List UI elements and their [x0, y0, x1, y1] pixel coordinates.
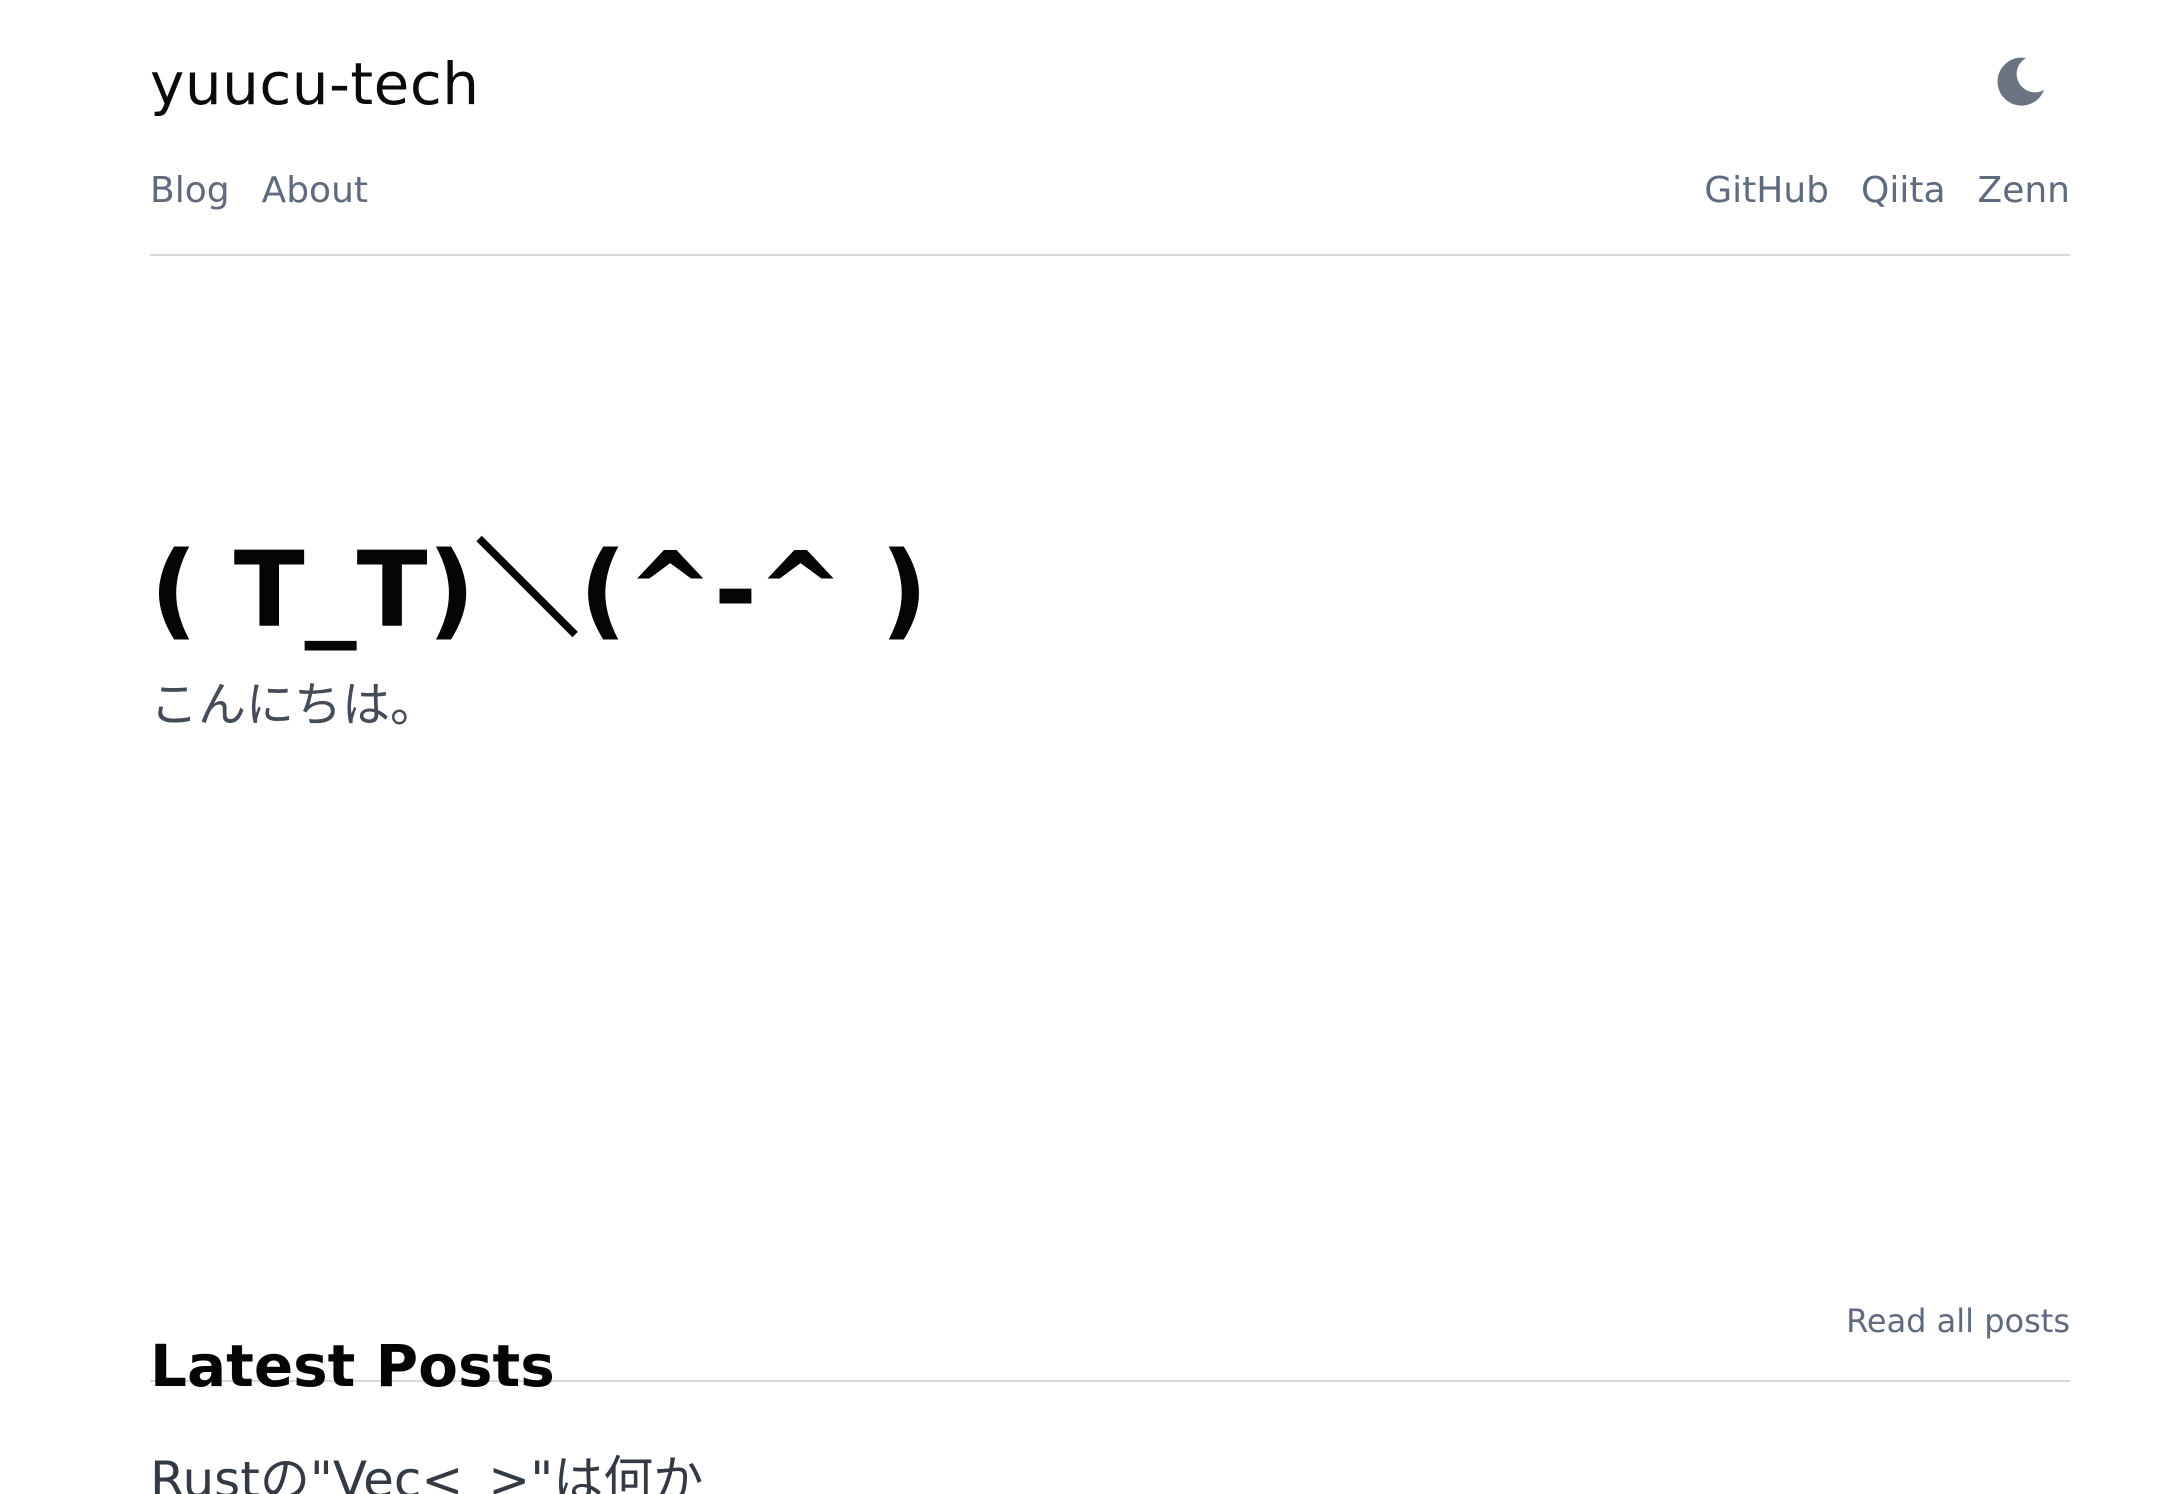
- nav-link-about[interactable]: About: [262, 166, 368, 216]
- latest-posts-heading: Latest Posts: [150, 1332, 555, 1401]
- read-all-posts-link[interactable]: Read all posts: [1846, 1296, 2070, 1346]
- post-title[interactable]: Rustの"Vec<_>"は何か: [150, 1440, 2070, 1494]
- nav-link-zenn[interactable]: Zenn: [1978, 166, 2070, 216]
- nav-link-github[interactable]: GitHub: [1704, 166, 1829, 216]
- site-header: yuucu-tech Blog About GitHub Qiita Zenn: [150, 0, 2070, 256]
- hero-title: ( T_T)＼(^-^ ): [150, 529, 928, 651]
- moon-icon[interactable]: [1992, 52, 2048, 108]
- hero-section: ( T_T)＼(^-^ ) こんにちは。: [150, 520, 2070, 740]
- primary-nav: Blog About: [150, 166, 368, 216]
- page: yuucu-tech Blog About GitHub Qiita Zenn …: [0, 0, 2180, 1494]
- post-list: Rustの"Vec<_>"は何か: [150, 1440, 2070, 1494]
- nav-link-blog[interactable]: Blog: [150, 166, 230, 216]
- latest-posts-header: Latest Posts Read all posts: [150, 1270, 2070, 1400]
- site-title[interactable]: yuucu-tech: [150, 44, 480, 124]
- external-nav: GitHub Qiita Zenn: [1704, 166, 2070, 216]
- nav-link-qiita[interactable]: Qiita: [1861, 166, 1946, 216]
- hero-subtitle: こんにちは。: [150, 677, 439, 733]
